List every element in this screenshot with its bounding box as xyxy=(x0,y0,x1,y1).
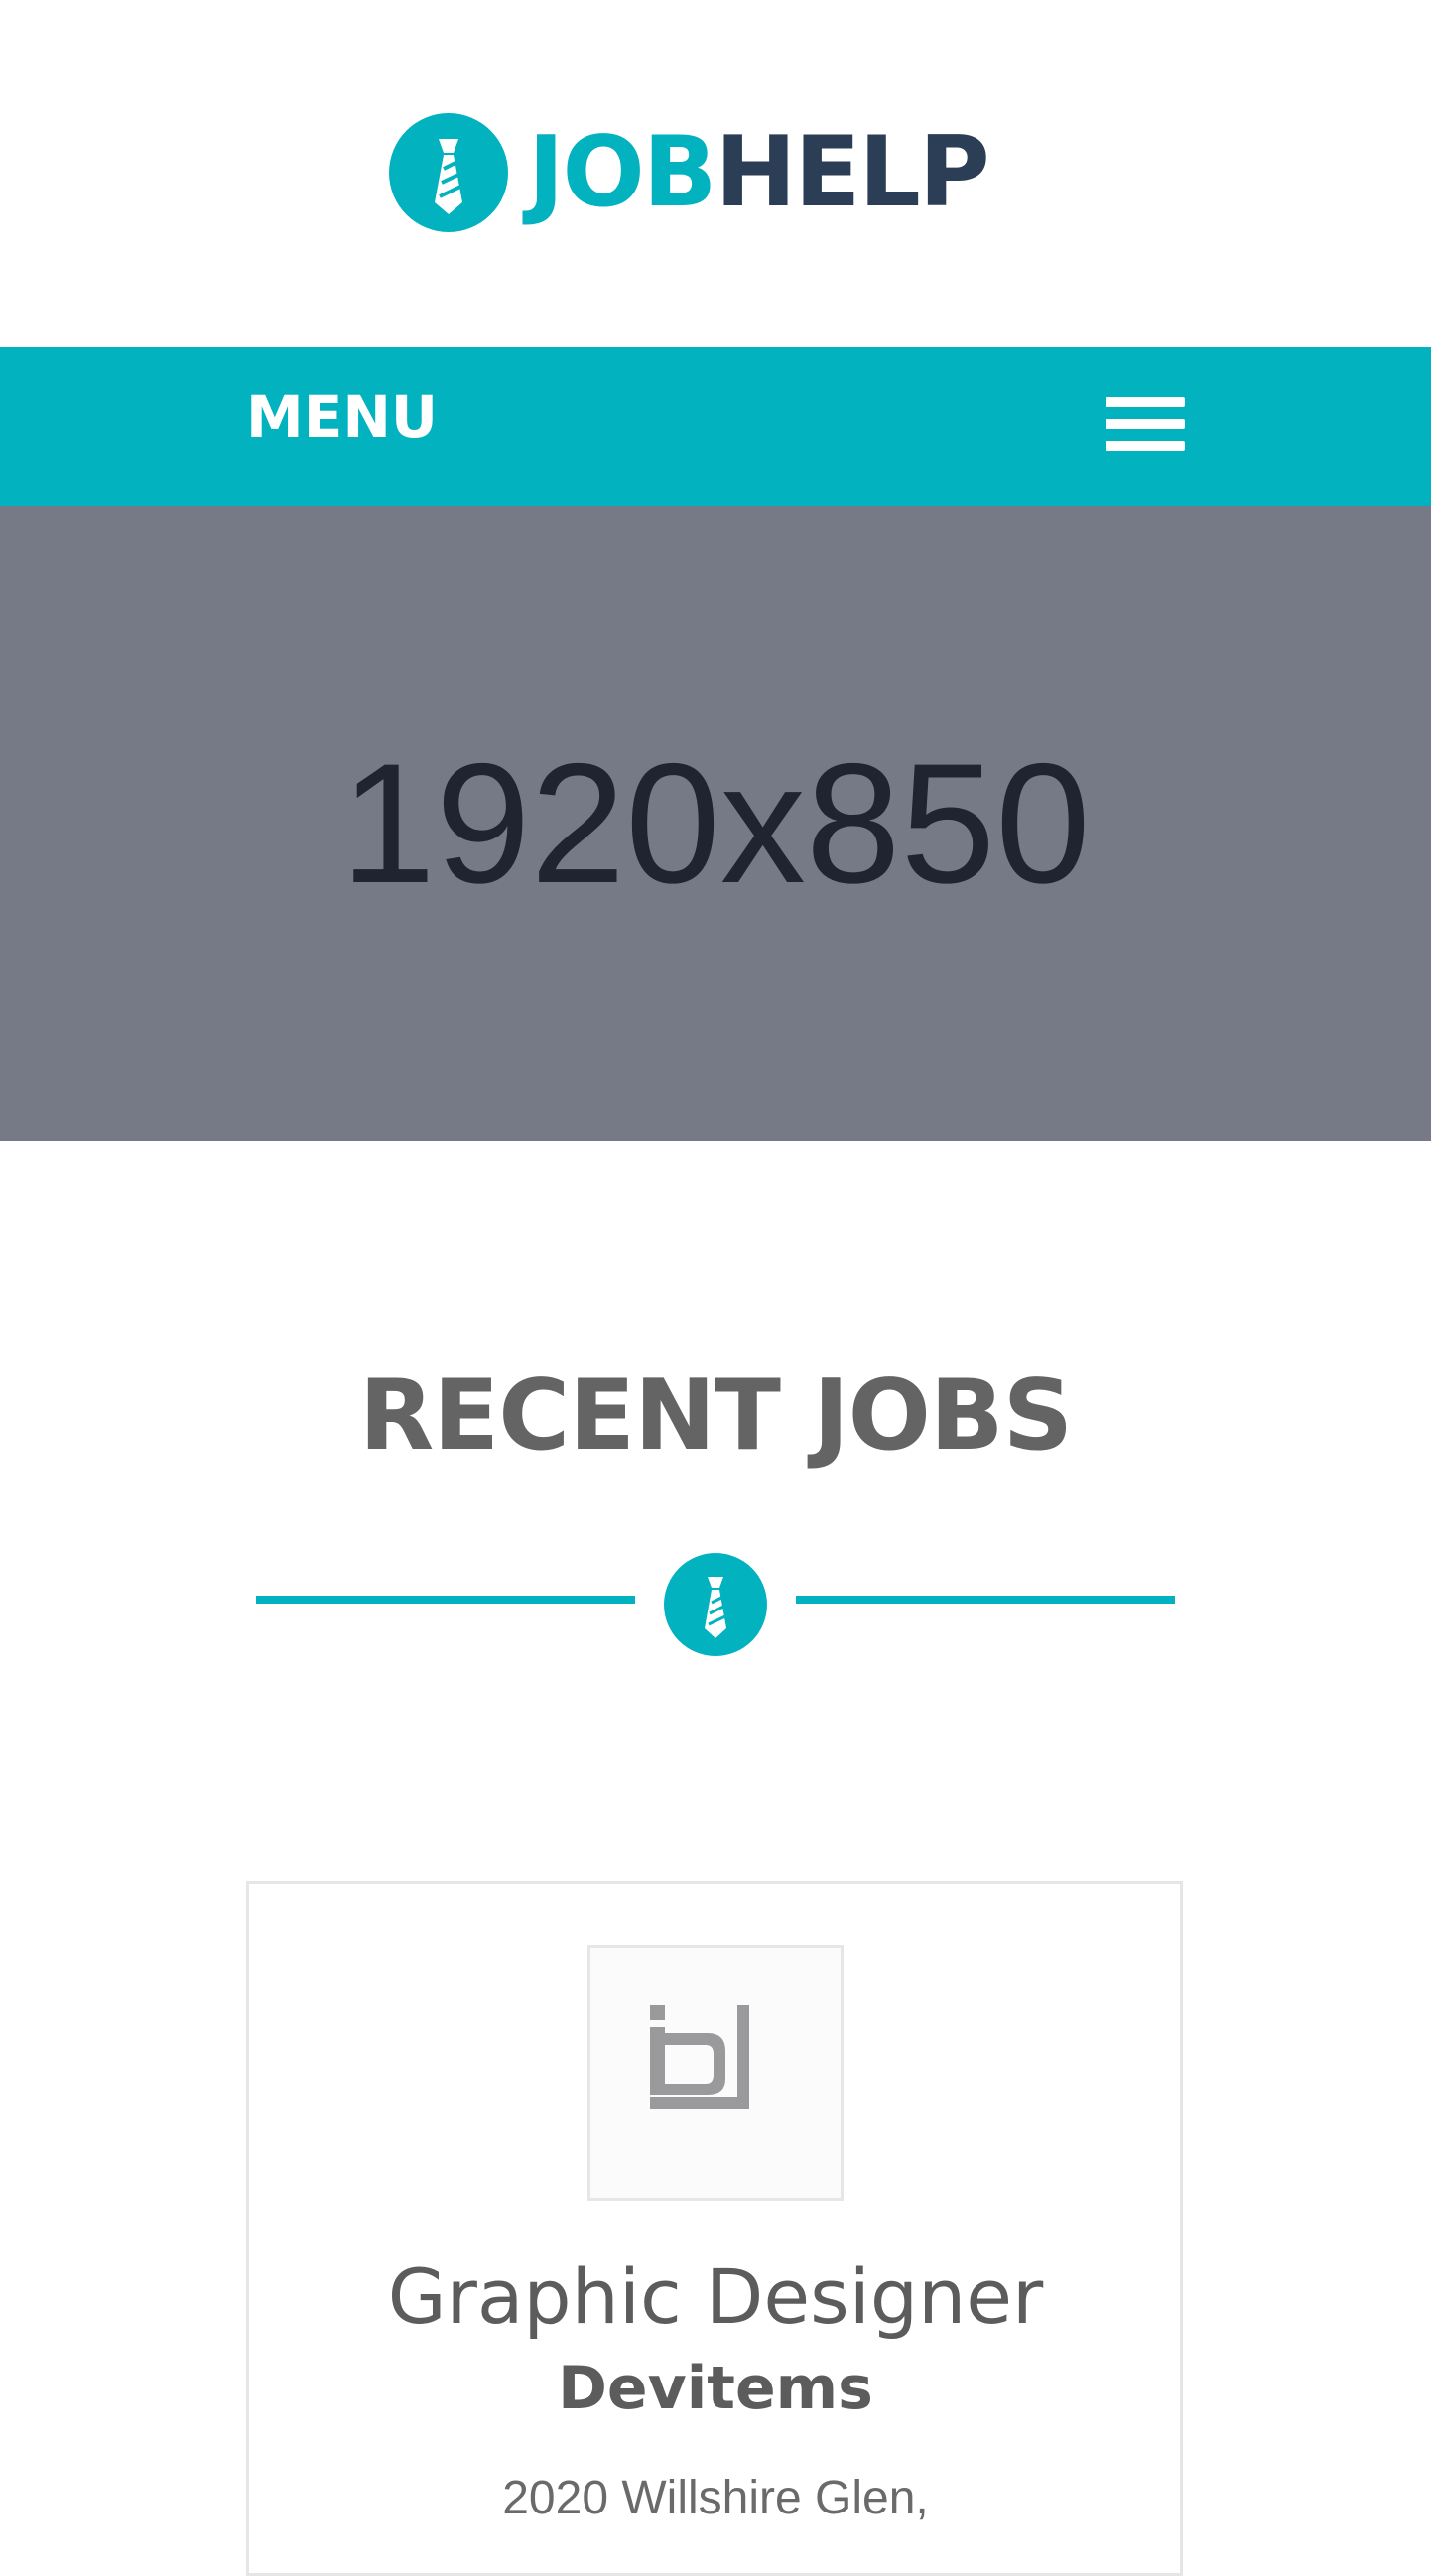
nav-bar: MENU xyxy=(0,347,1431,506)
tie-icon xyxy=(389,113,508,232)
job-title[interactable]: Graphic Designer xyxy=(0,2253,1431,2341)
hamburger-icon[interactable] xyxy=(1106,397,1185,454)
logo-text-help: HELP xyxy=(715,116,989,229)
hamburger-bar xyxy=(1106,397,1185,407)
logo-wordmark: JOBHELP xyxy=(528,124,990,221)
tie-icon xyxy=(664,1553,767,1656)
site-header: JOBHELP xyxy=(0,0,1431,347)
menu-label[interactable]: MENU xyxy=(246,347,438,486)
divider-line-left xyxy=(256,1596,635,1604)
job-address: 2020 Willshire Glen, xyxy=(502,2472,929,2524)
hero-banner: 1920x850 xyxy=(0,506,1431,1141)
hamburger-bar xyxy=(1106,441,1185,451)
company-name: Devitems xyxy=(558,2354,873,2423)
company-logo-devitems[interactable] xyxy=(587,1945,844,2201)
section-title: RECENT JOBS xyxy=(358,1359,1073,1473)
hero-placeholder-text: 1920x850 xyxy=(340,728,1091,919)
logo-text-job: JOB xyxy=(528,116,716,229)
site-logo[interactable]: JOBHELP xyxy=(389,113,990,232)
divider-line-right xyxy=(796,1596,1175,1604)
hamburger-bar xyxy=(1106,419,1185,429)
